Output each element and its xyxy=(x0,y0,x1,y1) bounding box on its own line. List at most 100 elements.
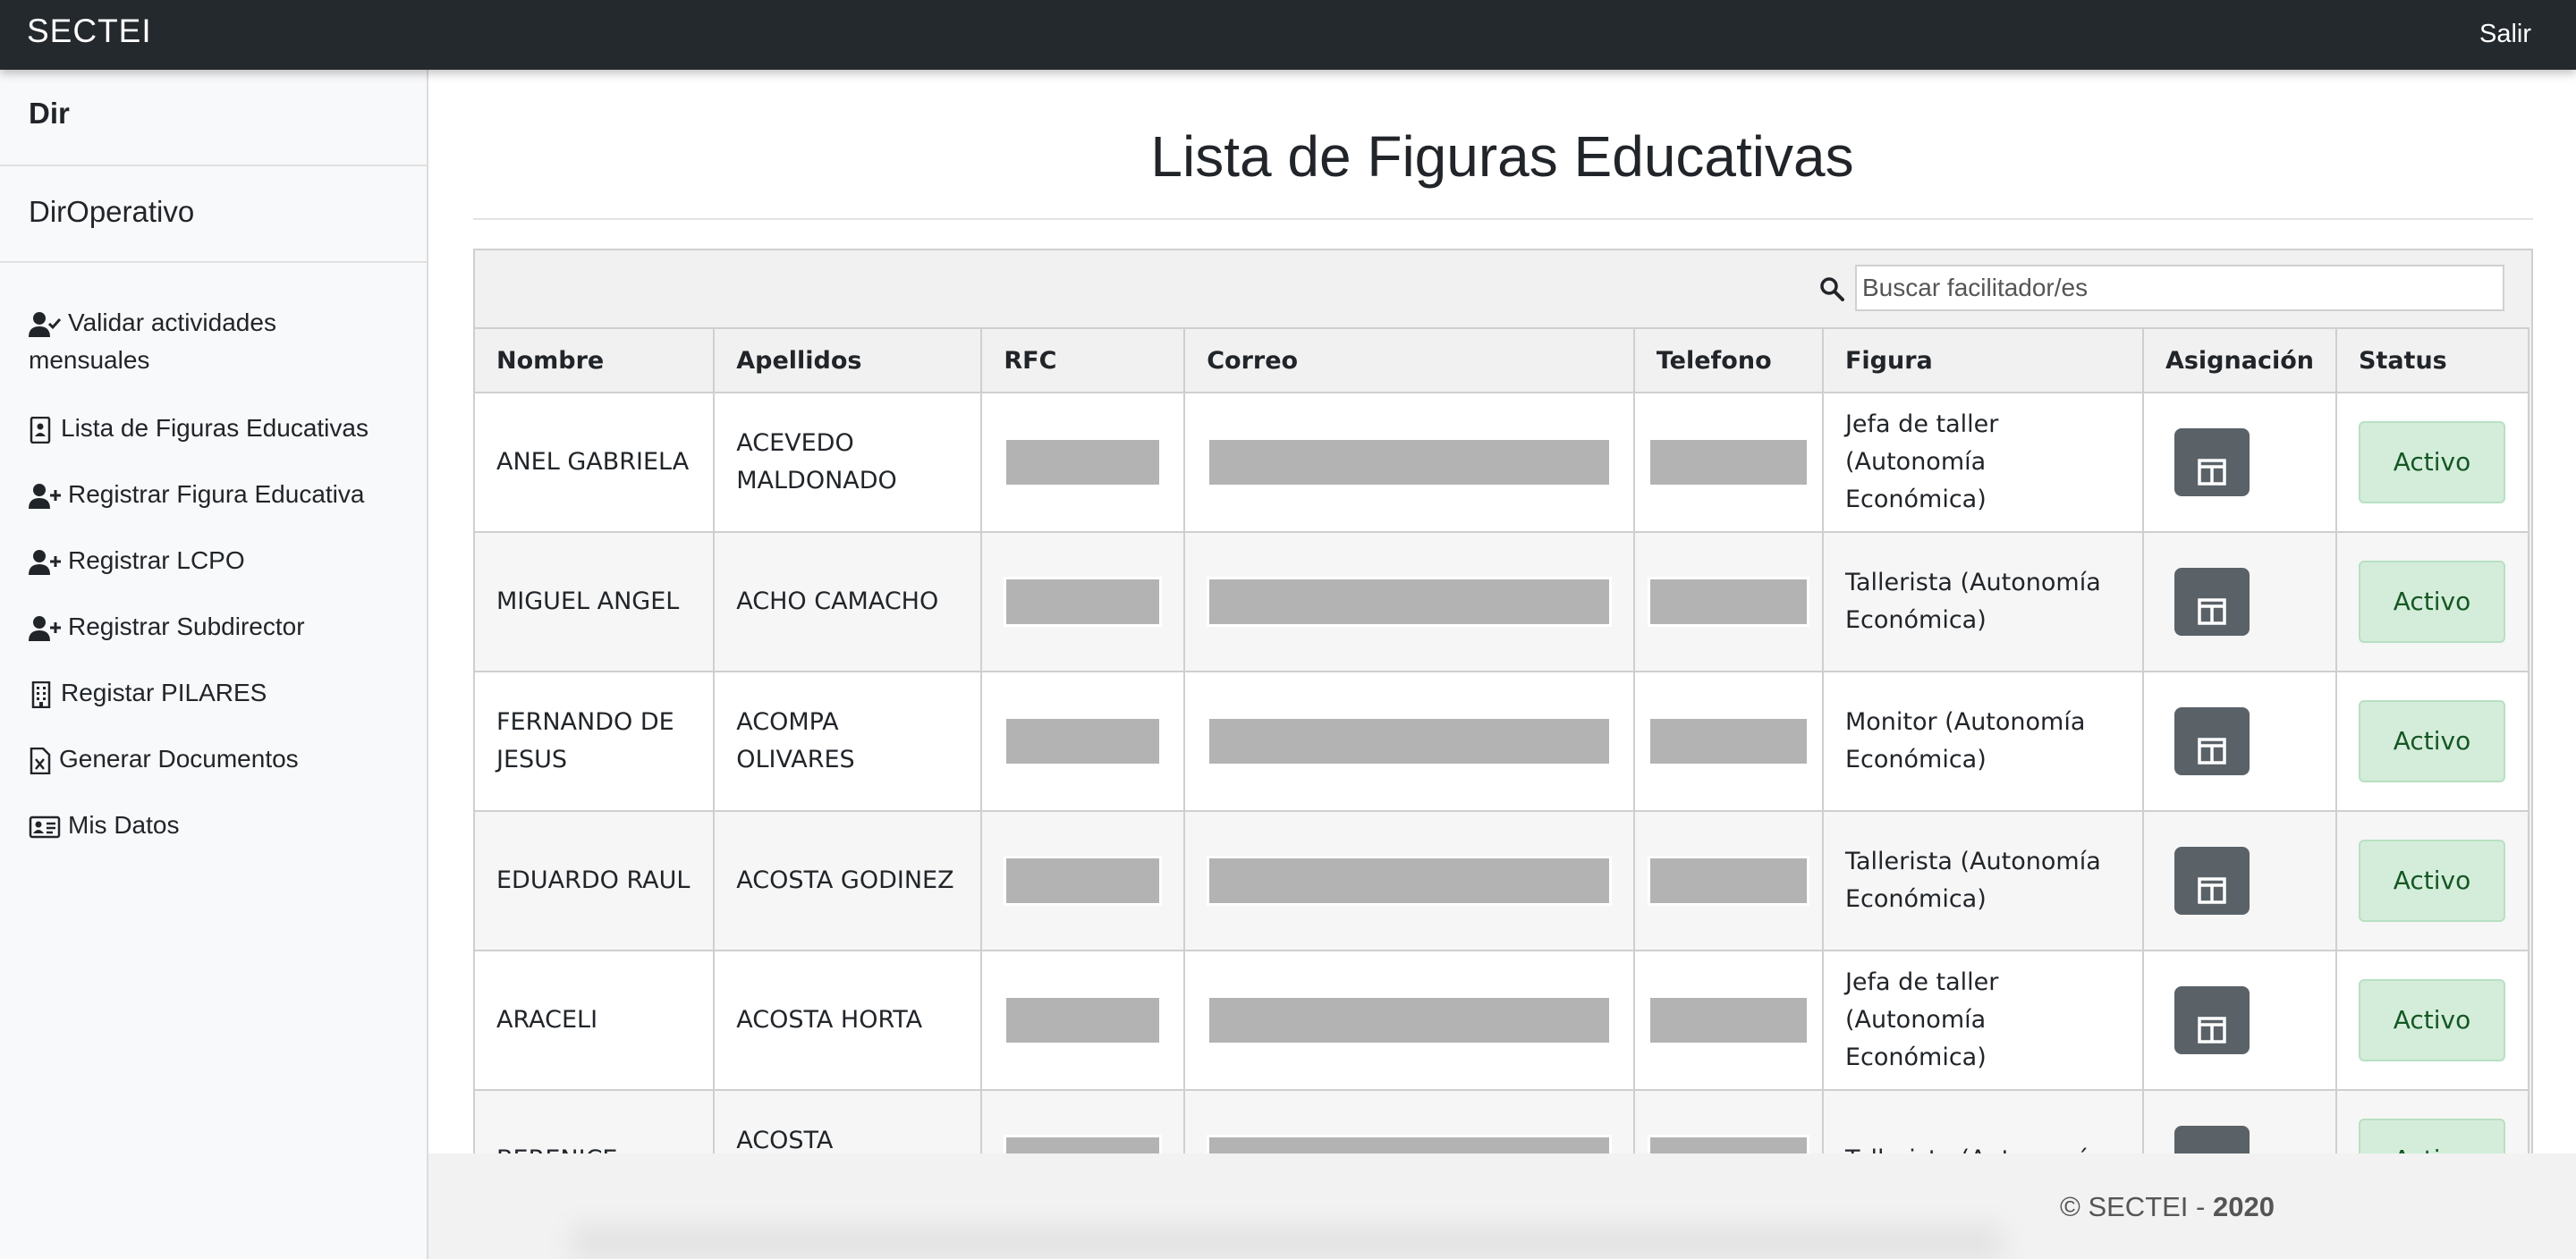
cell-apellidos: ACEVEDO MALDONADO xyxy=(713,392,983,533)
status-badge[interactable]: Activo xyxy=(2358,840,2505,922)
sidebar-item-generar-documentos[interactable]: Generar Documentos xyxy=(29,740,299,778)
assign-button[interactable] xyxy=(2174,1126,2250,1153)
cell-asignacion xyxy=(2141,810,2337,951)
columns-icon xyxy=(2198,737,2226,765)
cell-rfc xyxy=(980,671,1186,812)
search-bar xyxy=(1820,265,2504,311)
columns-icon xyxy=(2198,597,2226,625)
redacted-rfc xyxy=(1004,716,1163,766)
assign-button[interactable] xyxy=(2174,568,2250,636)
redacted-correo xyxy=(1207,437,1612,487)
search-icon xyxy=(1820,277,1844,301)
assign-button[interactable] xyxy=(2174,428,2250,496)
column-header-correo[interactable]: Correo xyxy=(1183,327,1635,393)
sidebar-item-mis-datos[interactable]: Mis Datos xyxy=(29,807,179,844)
status-badge[interactable]: Activo xyxy=(2358,700,2505,782)
user-plus-icon xyxy=(29,549,61,576)
top-navbar: SECTEI Salir xyxy=(0,0,2576,70)
status-badge[interactable]: Activo xyxy=(2358,979,2505,1061)
footer: © SECTEI - 2020 xyxy=(428,1153,2576,1259)
sidebar-item-label: Registrar Subdirector xyxy=(68,613,305,640)
table-row: MIGUEL ANGEL ACHO CAMACHO Tallerista (Au… xyxy=(472,531,2530,672)
sidebar-item-label: Validar actividades mensuales xyxy=(29,308,276,374)
column-header-telefono[interactable]: Telefono xyxy=(1632,327,1824,393)
cell-telefono xyxy=(1632,950,1824,1091)
cell-correo xyxy=(1183,392,1635,533)
cell-status: Activo xyxy=(2334,671,2530,812)
redacted-rfc xyxy=(1004,437,1163,487)
search-input[interactable] xyxy=(1855,265,2504,311)
assign-button[interactable] xyxy=(2174,707,2250,775)
redacted-telefono xyxy=(1647,1135,1809,1153)
column-header-nombre[interactable]: Nombre xyxy=(472,327,716,393)
sidebar-item-registrar-lcpo[interactable]: Registrar LCPO xyxy=(29,542,245,579)
logout-link[interactable]: Salir xyxy=(2479,20,2531,49)
sidebar-item-label: Mis Datos xyxy=(68,811,180,839)
title-divider xyxy=(473,218,2533,220)
user-plus-icon xyxy=(29,483,61,510)
id-card-icon xyxy=(29,814,61,841)
footer-copyright: © SECTEI - 2020 xyxy=(2060,1191,2275,1223)
redacted-rfc xyxy=(1004,1135,1163,1153)
column-header-asignacion[interactable]: Asignación xyxy=(2141,327,2337,393)
cell-figura: Tallerista (Autonomía xyxy=(1821,1089,2144,1153)
cell-asignacion xyxy=(2141,392,2337,533)
status-badge[interactable]: Activo xyxy=(2358,561,2505,643)
redacted-telefono xyxy=(1647,437,1809,487)
cell-apellidos: ACOSTA GODINEZ xyxy=(713,810,983,951)
sidebar-item-label: Registrar Figura Educativa xyxy=(68,480,365,508)
cell-correo xyxy=(1183,950,1635,1091)
cell-asignacion xyxy=(2141,950,2337,1091)
status-badge[interactable]: Activo xyxy=(2358,421,2505,503)
sidebar-item-lista-figuras[interactable]: Lista de Figuras Educativas xyxy=(29,410,369,447)
sidebar-divider xyxy=(0,261,427,263)
copyright-text: © SECTEI - xyxy=(2060,1191,2213,1222)
cell-telefono xyxy=(1632,810,1824,951)
cell-correo xyxy=(1183,1089,1635,1153)
sidebar-item-registrar-figura[interactable]: Registrar Figura Educativa xyxy=(29,476,364,513)
cell-asignacion xyxy=(2141,531,2337,672)
status-badge[interactable]: Activo xyxy=(2358,1119,2505,1153)
cell-apellidos: ACOSTA HORTA xyxy=(713,950,983,1091)
column-header-figura[interactable]: Figura xyxy=(1821,327,2144,393)
redacted-correo xyxy=(1207,577,1612,627)
assign-button[interactable] xyxy=(2174,986,2250,1054)
columns-icon xyxy=(2198,1016,2226,1044)
cell-telefono xyxy=(1632,531,1824,672)
assign-button[interactable] xyxy=(2174,847,2250,915)
cell-nombre: BERENICE xyxy=(472,1089,716,1153)
columns-icon xyxy=(2198,876,2226,904)
page-title: Lista de Figuras Educativas xyxy=(1150,124,1854,189)
sidebar-divider xyxy=(0,165,427,166)
building-icon xyxy=(29,680,54,708)
redacted-rfc xyxy=(1004,995,1163,1045)
redacted-telefono xyxy=(1647,995,1809,1045)
cell-nombre: ANEL GABRIELA xyxy=(472,392,716,533)
cell-figura: Jefa de taller (Autonomía Económica) xyxy=(1821,950,2144,1091)
sidebar-heading-dir[interactable]: Dir xyxy=(29,97,70,131)
column-header-rfc[interactable]: RFC xyxy=(980,327,1186,393)
sidebar-item-label: Registar PILARES xyxy=(61,679,267,706)
sidebar-item-validar-actividades[interactable]: Validar actividades mensuales xyxy=(29,304,333,379)
id-list-icon xyxy=(29,416,54,444)
sidebar-item-registar-pilares[interactable]: Registar PILARES xyxy=(29,674,267,712)
cell-nombre: EDUARDO RAUL xyxy=(472,810,716,951)
cell-figura: Tallerista (Autonomía Económica) xyxy=(1821,810,2144,951)
table-row: ARACELI ACOSTA HORTA Jefa de taller (Aut… xyxy=(472,950,2530,1091)
column-header-status[interactable]: Status xyxy=(2334,327,2530,393)
columns-icon xyxy=(2198,458,2226,486)
table-row: FERNANDO DE JESUS ACOMPA OLIVARES Monito… xyxy=(472,671,2530,812)
brand-logo[interactable]: SECTEI xyxy=(27,13,152,50)
cell-rfc xyxy=(980,810,1186,951)
cell-correo xyxy=(1183,810,1635,951)
cell-apellidos: ACOSTA QUEZADA xyxy=(713,1089,983,1153)
file-excel-icon xyxy=(29,747,52,774)
cell-correo xyxy=(1183,531,1635,672)
redacted-correo xyxy=(1207,1135,1612,1153)
redacted-telefono xyxy=(1647,577,1809,627)
column-header-apellidos[interactable]: Apellidos xyxy=(713,327,983,393)
redacted-rfc xyxy=(1004,856,1163,906)
sidebar-heading-diroperativo[interactable]: DirOperativo xyxy=(29,195,194,229)
cell-telefono xyxy=(1632,671,1824,812)
sidebar-item-registrar-subdirector[interactable]: Registrar Subdirector xyxy=(29,608,305,646)
